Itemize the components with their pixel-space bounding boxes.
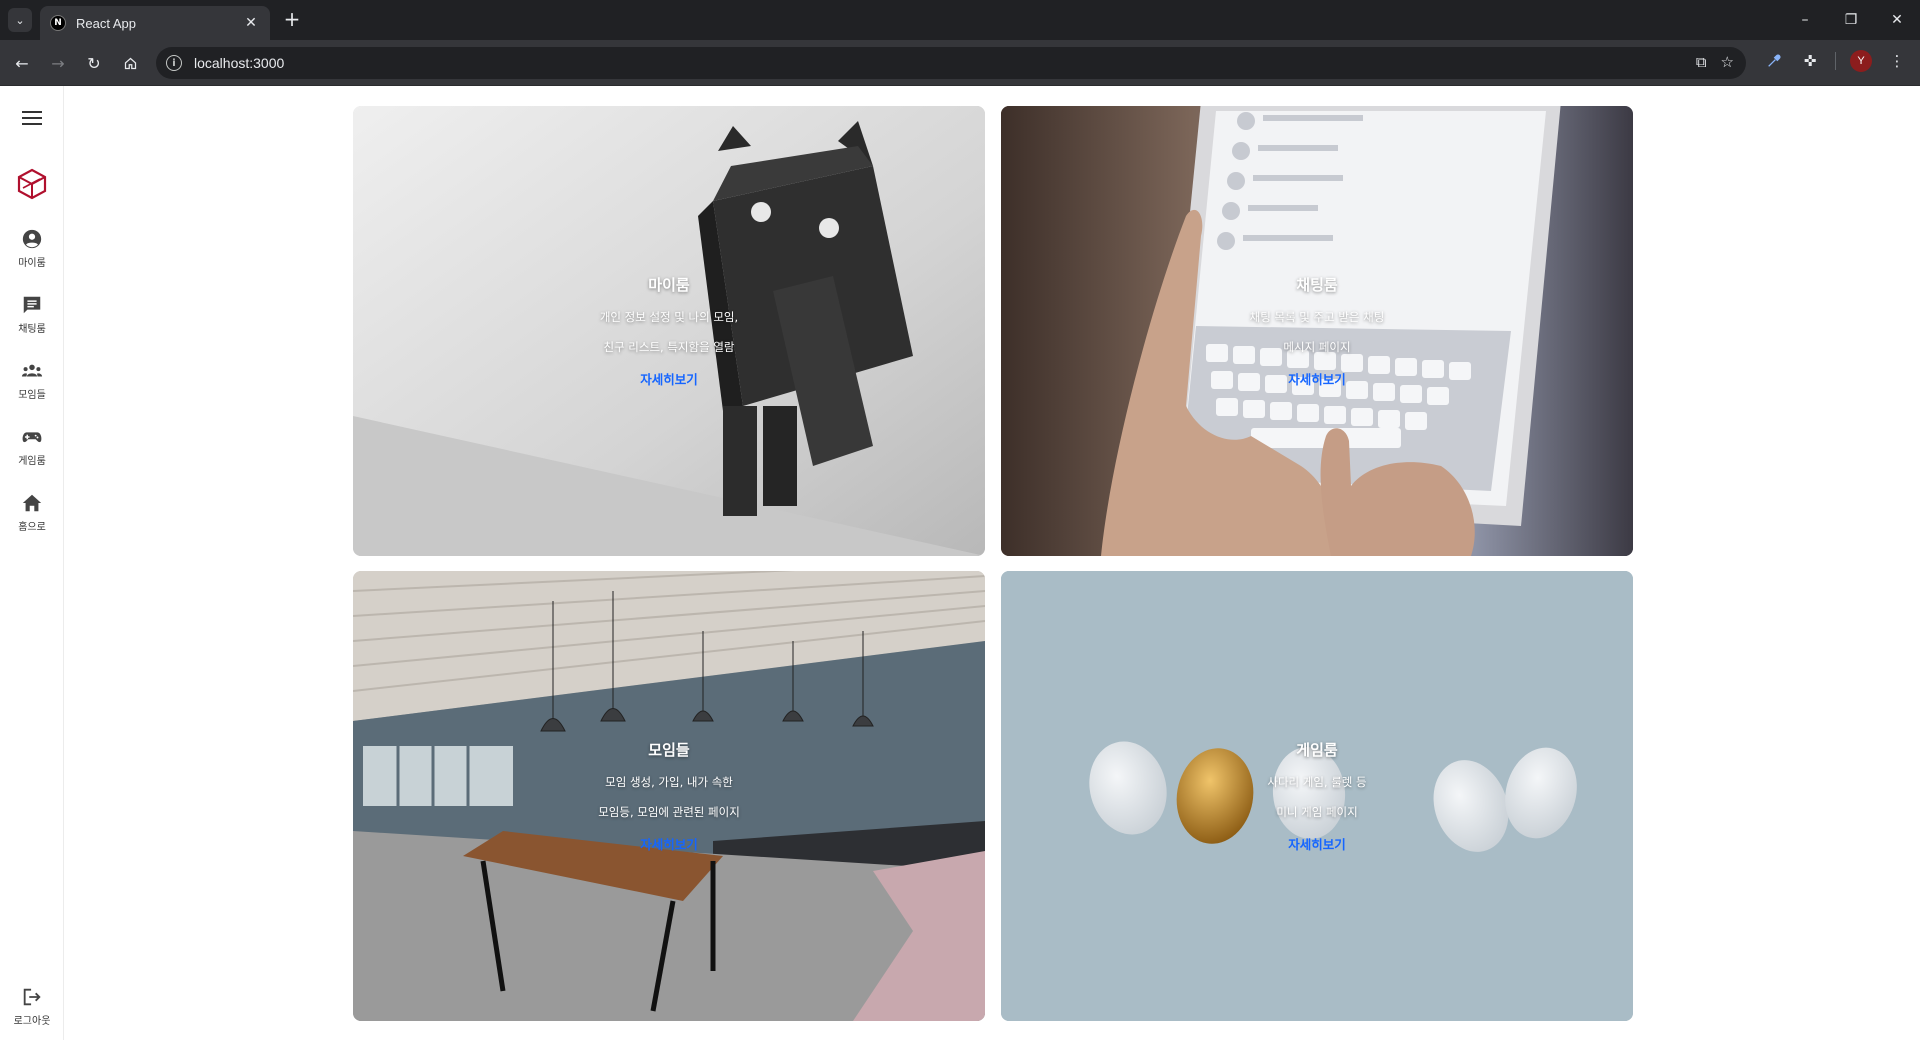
- card-title: 마이룸: [648, 276, 690, 294]
- card-more-link[interactable]: 자세히보기: [640, 834, 698, 853]
- chat-icon: [23, 296, 41, 314]
- card-title: 채팅룸: [1296, 276, 1338, 294]
- menu-hamburger-icon[interactable]: [22, 111, 42, 127]
- logout-icon: [23, 988, 41, 1006]
- sidebar-item-gameroom[interactable]: 게임룸: [0, 426, 64, 482]
- address-bar[interactable]: i localhost:3000 ⧉ ☆: [156, 47, 1746, 79]
- sidebar-item-myroom[interactable]: 마이룸: [0, 228, 64, 284]
- minimize-button[interactable]: –: [1782, 0, 1828, 40]
- tab-title: React App: [76, 15, 136, 31]
- home-outline-icon: [124, 57, 136, 69]
- brand-cube-logo-icon[interactable]: [16, 168, 48, 200]
- close-window-button[interactable]: ✕: [1874, 0, 1920, 40]
- close-tab-icon[interactable]: ✕: [242, 15, 260, 31]
- logout-label: 로그아웃: [13, 1016, 51, 1027]
- card-groups-content: 모임들 모임 생성, 가입, 내가 속한 모임등, 모임에 관련된 페이지 자세…: [353, 571, 985, 1021]
- card-title: 게임룸: [1296, 741, 1338, 759]
- restore-button[interactable]: ❐: [1828, 0, 1874, 40]
- groups-icon: [21, 364, 43, 377]
- sidebar-item-label: 마이룸: [18, 258, 46, 269]
- gamepad-icon: [22, 432, 42, 443]
- card-more-link[interactable]: 자세히보기: [1288, 834, 1346, 853]
- bookmark-star-icon[interactable]: ☆: [1721, 53, 1734, 71]
- card-chatroom-content: 채팅룸 채팅 목록 및 주고 받은 채팅 메시지 페이지 자세히보기: [1001, 106, 1633, 556]
- browser-toolbar: ← → ↻ i localhost:3000 ⧉ ☆ ✜ Y ⋮: [0, 40, 1920, 86]
- sidebar-item-groups[interactable]: 모임들: [0, 360, 64, 416]
- card-groups[interactable]: 모임들 모임 생성, 가입, 내가 속한 모임등, 모임에 관련된 페이지 자세…: [353, 571, 985, 1021]
- back-button[interactable]: ←: [10, 51, 34, 75]
- kebab-menu-icon[interactable]: ⋮: [1886, 50, 1908, 72]
- profile-avatar[interactable]: Y: [1850, 50, 1872, 72]
- url-text[interactable]: localhost:3000: [194, 55, 284, 71]
- card-desc-line2: 친구 리스트, 특지함을 열람: [603, 340, 735, 354]
- sidebar-item-label: 모임들: [18, 390, 46, 401]
- sidebar-item-chatroom[interactable]: 채팅룸: [0, 294, 64, 350]
- sidebar-item-logout[interactable]: 로그아웃: [0, 986, 64, 1042]
- sidebar-item-label: 채팅룸: [18, 324, 46, 335]
- tab-search-button[interactable]: ⌄: [8, 8, 32, 32]
- card-myroom[interactable]: 마이룸 개인 정보 설정 및 나의 모임, 친구 리스트, 특지함을 열람 자세…: [353, 106, 985, 556]
- next-favicon-icon: N: [50, 15, 66, 31]
- window-controls: – ❐ ✕: [1782, 0, 1920, 40]
- reload-button[interactable]: ↻: [82, 51, 106, 75]
- app-sidebar: 마이룸 채팅룸 모임들 게임룸 홈으로 로그아웃: [0, 86, 64, 1040]
- browser-tabstrip: ⌄ N React App ✕ + – ❐ ✕: [0, 0, 1920, 40]
- card-gameroom-content: 게임룸 사다리 게임, 룰렛 등 미니 게임 페이지 자세히보기: [1001, 571, 1633, 1021]
- sidebar-item-home[interactable]: 홈으로: [0, 492, 64, 548]
- card-gameroom[interactable]: 게임룸 사다리 게임, 룰렛 등 미니 게임 페이지 자세히보기: [1001, 571, 1633, 1021]
- new-tab-button[interactable]: +: [280, 8, 304, 32]
- card-desc-line2: 메시지 페이지: [1283, 340, 1351, 354]
- site-info-icon[interactable]: i: [166, 55, 182, 71]
- card-desc-line1: 개인 정보 설정 및 나의 모임,: [599, 310, 739, 324]
- card-desc-line1: 사다리 게임, 룰렛 등: [1267, 775, 1367, 789]
- toolbar-divider: [1835, 52, 1836, 70]
- card-more-link[interactable]: 자세히보기: [1288, 369, 1346, 388]
- card-more-link[interactable]: 자세히보기: [640, 369, 698, 388]
- card-chatroom[interactable]: 채팅룸 채팅 목록 및 주고 받은 채팅 메시지 페이지 자세히보기: [1001, 106, 1633, 556]
- card-desc-line2: 미니 게임 페이지: [1276, 805, 1358, 819]
- card-title: 모임들: [648, 741, 690, 759]
- forward-button[interactable]: →: [46, 51, 70, 75]
- browser-tab[interactable]: N React App ✕: [40, 6, 270, 40]
- card-desc-line1: 채팅 목록 및 주고 받은 채팅: [1249, 310, 1385, 324]
- open-in-app-icon[interactable]: ⧉: [1696, 53, 1707, 71]
- account-circle-icon: [22, 229, 42, 249]
- home-icon: [22, 494, 42, 512]
- sidebar-item-label: 홈으로: [18, 522, 46, 533]
- extensions-puzzle-icon[interactable]: ✜: [1799, 50, 1821, 72]
- eyedropper-extension-icon[interactable]: [1763, 50, 1785, 72]
- card-myroom-content: 마이룸 개인 정보 설정 및 나의 모임, 친구 리스트, 특지함을 열람 자세…: [353, 106, 985, 556]
- sidebar-item-label: 게임룸: [18, 456, 46, 467]
- card-desc-line2: 모임등, 모임에 관련된 페이지: [598, 805, 740, 819]
- card-desc-line1: 모임 생성, 가입, 내가 속한: [605, 775, 733, 789]
- home-button[interactable]: [118, 51, 142, 75]
